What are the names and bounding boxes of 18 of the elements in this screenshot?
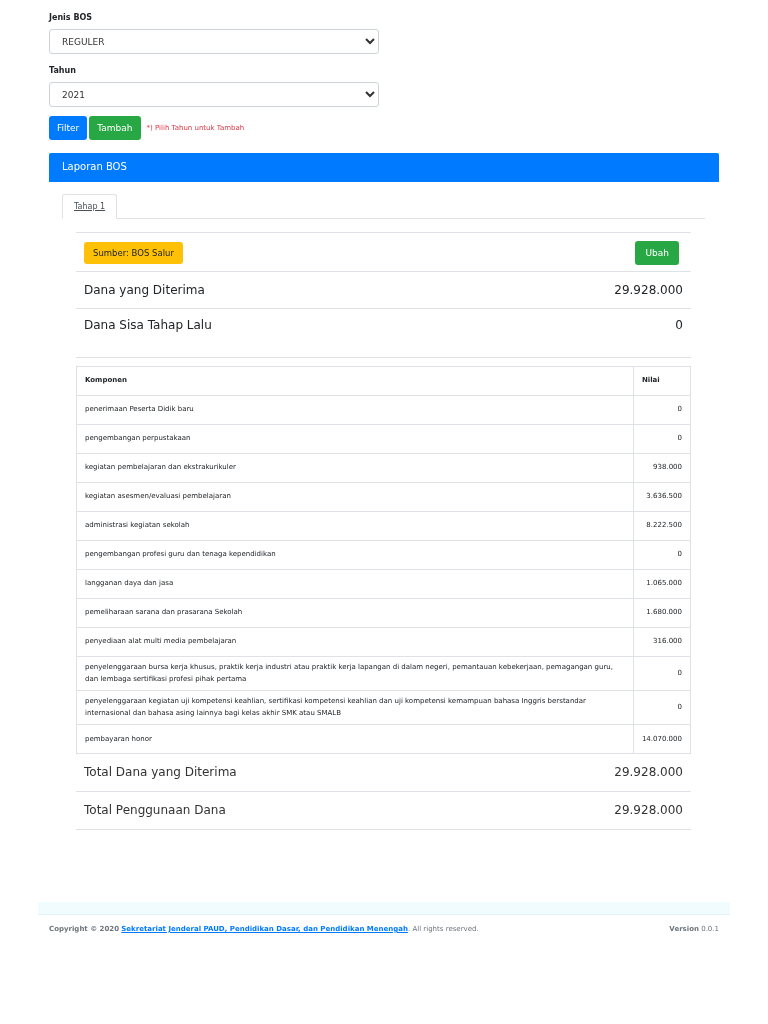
summary-value: 0 [675,318,683,332]
add-button[interactable]: Tambah [89,116,141,140]
select-field[interactable]: 2021 [49,82,379,107]
summary-label: Total Penggunaan Dana [84,803,226,818]
edit-button[interactable]: Ubah [635,241,679,265]
tab[interactable]: Tahap 1 [62,194,118,219]
field-label: Jenis BOS [49,13,94,22]
summary-value: 29.928.000 [614,765,683,780]
field-label: Tahun [49,66,77,75]
card-header: Laporan BOS [49,153,719,182]
source-badge: Sumber: BOS Salur [84,242,183,264]
summary-value: 29.928.000 [614,283,683,297]
select-field[interactable]: REGULER [49,29,379,54]
summary-label: Dana Sisa Tahap Lalu [84,318,212,332]
summary-label: Dana yang Diterima [84,283,205,297]
summary-value: 29.928.000 [614,803,683,818]
filter-button[interactable]: Filter [49,116,88,140]
summary-label: Total Dana yang Diterima [84,765,237,780]
